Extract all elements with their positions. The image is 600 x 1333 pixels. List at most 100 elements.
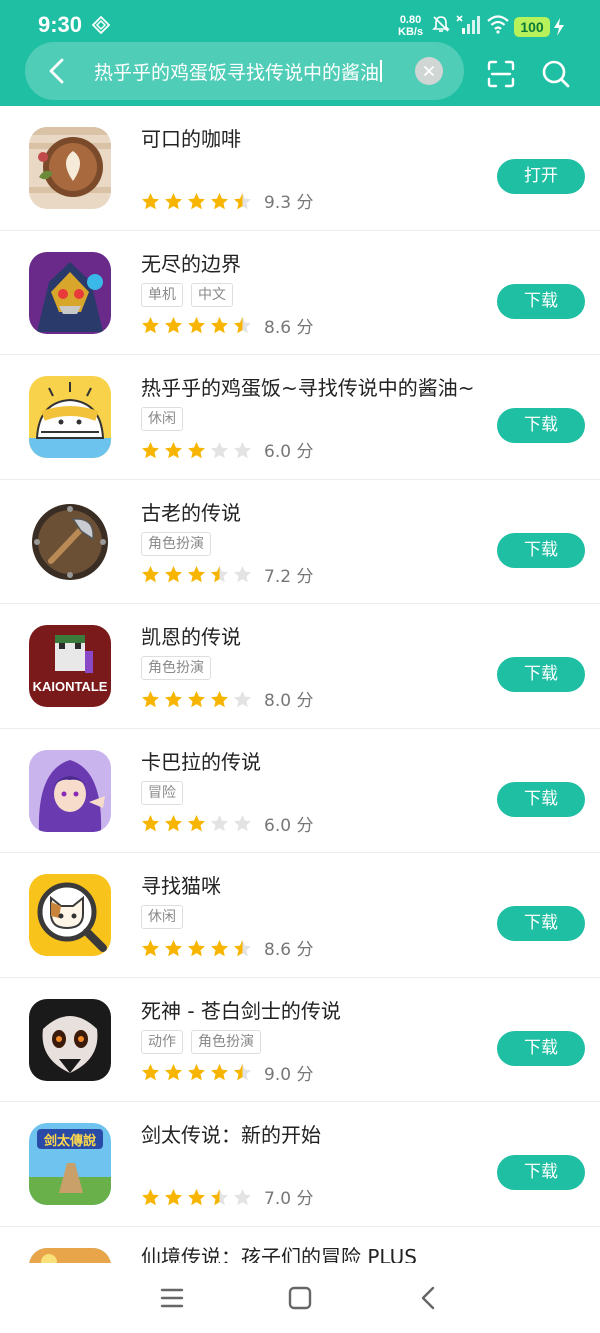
- search-icon[interactable]: [541, 59, 571, 89]
- download-button[interactable]: 下载: [497, 657, 585, 692]
- coffee-latte-icon[interactable]: [29, 127, 111, 209]
- star-icon: [234, 192, 251, 209]
- wonderland-icon[interactable]: [29, 1247, 111, 1263]
- star-icon: [165, 441, 182, 458]
- download-button[interactable]: 下载: [497, 408, 585, 443]
- star-icon: [142, 441, 159, 458]
- dark-mask-icon[interactable]: [29, 998, 111, 1081]
- star-icon: [165, 566, 182, 583]
- search-input[interactable]: 热乎乎的鸡蛋饭寻找传说中的酱油: [94, 58, 383, 85]
- anime-girl-icon[interactable]: [29, 749, 111, 832]
- back-arrow-icon[interactable]: [44, 56, 70, 86]
- app-tag: 休闲: [141, 407, 183, 431]
- app-name[interactable]: 剑太传说：新的开始: [141, 1119, 321, 1148]
- star-icon: [165, 815, 182, 832]
- app-name[interactable]: 古老的传说: [141, 497, 241, 526]
- download-button[interactable]: 下载: [497, 532, 585, 568]
- app-tag: 角色扮演: [141, 531, 211, 556]
- clear-search-button[interactable]: [415, 57, 443, 85]
- app-list-item[interactable]: 热乎乎的鸡蛋饭~寻找传说中的酱油~ 休闲 6.0 分 下载: [0, 355, 600, 480]
- app-name[interactable]: 热乎乎的鸡蛋饭~寻找传说中的酱油~: [141, 372, 475, 401]
- scan-icon[interactable]: [486, 59, 516, 89]
- app-list-item[interactable]: KAIONTALE 凯恩的传说角色扮演 8.0 分 下载: [0, 604, 600, 729]
- download-button[interactable]: 下载: [497, 906, 585, 941]
- rating-score: 6.0 分: [264, 815, 314, 836]
- download-button[interactable]: 下载: [497, 283, 585, 319]
- star-icon: [211, 566, 228, 583]
- svg-text:剑太傳說: 剑太傳說: [43, 1133, 96, 1149]
- star-icon: [211, 441, 228, 458]
- star-rating: 7.0 分: [141, 1184, 313, 1209]
- sword-legend-icon[interactable]: 剑太傳說: [29, 1123, 111, 1205]
- app-name[interactable]: 卡巴拉的传说: [141, 746, 261, 775]
- star-rating: 9.0 分: [141, 1060, 313, 1085]
- star-rating: 8.6 分: [141, 935, 313, 960]
- download-button[interactable]: 下载: [497, 1155, 585, 1190]
- star-icon: [211, 317, 228, 334]
- app-list-item[interactable]: 寻找猫咪休闲 8.6 分 下载: [0, 853, 600, 978]
- cat-magnifier-icon[interactable]: [29, 874, 111, 956]
- star-icon: [142, 690, 159, 707]
- star-icon: [142, 566, 159, 583]
- star-icon: [188, 1188, 205, 1205]
- app-list-item[interactable]: 死神 - 苍白剑士的传说动作 角色扮演 9.0 分 下载: [0, 978, 600, 1102]
- signal-bars-icon: [456, 15, 480, 34]
- star-icon: [165, 1188, 182, 1205]
- app-tag: 角色扮演: [191, 1029, 261, 1054]
- app-list-item[interactable]: 古老的传说角色扮演 7.2 分 下载: [0, 480, 600, 604]
- app-list-item[interactable]: 可口的咖啡 9.3 分 打开: [0, 106, 600, 231]
- app-name[interactable]: 可口的咖啡: [141, 123, 241, 152]
- star-icon: [234, 1064, 251, 1081]
- star-icon: [165, 1064, 182, 1081]
- system-nav-bar: [0, 1263, 600, 1333]
- app-tag: 单机: [141, 282, 183, 307]
- app-header: 9:30 0.80 KB/s 100 热乎乎的鸡蛋饭寻找传说中的酱油: [0, 0, 600, 106]
- star-rating: 8.6 分: [141, 313, 313, 338]
- star-icon: [188, 815, 205, 832]
- network-speed-value: 0.80: [399, 14, 422, 26]
- download-button[interactable]: 下载: [497, 781, 585, 817]
- rating-score: 9.3 分: [264, 193, 314, 213]
- star-icon: [234, 566, 251, 583]
- app-tag: 动作: [141, 1029, 183, 1054]
- star-icon: [234, 815, 251, 832]
- back-nav-icon[interactable]: [416, 1285, 442, 1311]
- armored-monster-icon[interactable]: [29, 251, 111, 334]
- star-icon: [211, 939, 228, 956]
- home-square-icon[interactable]: [287, 1285, 313, 1311]
- app-list-item[interactable]: 仙境传说：孩子们的冒险 PLUS: [0, 1227, 600, 1264]
- star-icon: [234, 441, 251, 458]
- app-tags: 休闲: [141, 905, 183, 929]
- star-icon: [142, 192, 159, 209]
- app-list-item[interactable]: 卡巴拉的传说 冒险 6.0 分 下载: [0, 729, 600, 853]
- star-icon: [165, 939, 182, 956]
- star-icon: [165, 192, 182, 209]
- app-list-item[interactable]: 无尽的边界 单机 中文 8.6 分 下载: [0, 231, 600, 355]
- search-query-text: 热乎乎的鸡蛋饭寻找传说中的酱油: [94, 62, 380, 84]
- download-button[interactable]: 下载: [497, 1030, 585, 1066]
- axe-shield-icon[interactable]: [29, 500, 111, 583]
- open-button[interactable]: 打开: [497, 159, 585, 194]
- text-caret: [380, 60, 383, 82]
- app-list-item[interactable]: 剑太傳說 剑太传说：新的开始 7.0 分 下载: [0, 1102, 600, 1227]
- app-tags: 角色扮演: [141, 656, 211, 680]
- menu-icon[interactable]: [159, 1285, 185, 1311]
- app-name[interactable]: 无尽的边界: [141, 248, 241, 277]
- app-name[interactable]: 寻找猫咪: [141, 870, 221, 899]
- egg-rice-icon[interactable]: [29, 376, 111, 458]
- search-results-list: 可口的咖啡 9.3 分打开 无尽的边界 单机 中文 8.6 分下载 热乎乎的鸡蛋饭~寻找…: [0, 106, 600, 1263]
- battery-indicator: 100: [514, 17, 550, 37]
- star-icon: [188, 192, 205, 209]
- star-icon: [188, 317, 205, 334]
- star-icon: [142, 1064, 159, 1081]
- star-icon: [234, 690, 251, 707]
- rating-score: 8.0 分: [264, 691, 314, 711]
- app-name[interactable]: 死神 - 苍白剑士的传说: [141, 995, 341, 1024]
- rating-score: 7.2 分: [264, 566, 314, 587]
- kaiontale-icon[interactable]: KAIONTALE: [29, 625, 111, 707]
- app-name[interactable]: 仙境传说：孩子们的冒险 PLUS: [141, 1241, 417, 1264]
- star-rating: 6.0 分: [141, 811, 313, 836]
- app-name[interactable]: 凯恩的传说: [141, 621, 241, 650]
- status-time: 9:30: [38, 12, 83, 37]
- star-rating: 9.3 分: [141, 188, 313, 213]
